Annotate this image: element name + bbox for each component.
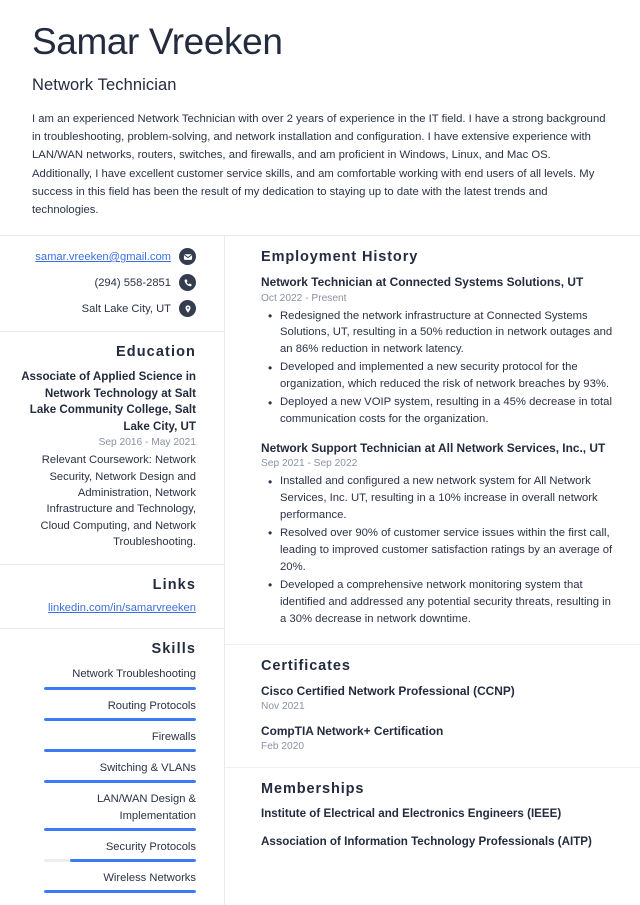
education-description: Relevant Coursework: Network Security, N… xyxy=(40,454,196,548)
skill-label: Network Troubleshooting xyxy=(72,668,196,681)
employment-history-heading: Employment History xyxy=(261,249,419,266)
skill-level-track xyxy=(44,890,196,894)
skill-level-fill xyxy=(69,858,196,862)
location-pin-icon xyxy=(179,300,196,318)
certificate-date: Nov 2021 xyxy=(261,700,305,712)
membership-item: Association of Information Technology Pr… xyxy=(261,835,592,849)
skill-item: Wireless Networks xyxy=(20,870,196,894)
skill-label: LAN/WAN Design & Implementation xyxy=(96,793,196,822)
skills-heading: Skills xyxy=(151,641,196,658)
skill-label: Switching & VLANs xyxy=(99,762,196,775)
contact-location-text: Salt Lake City, UT xyxy=(81,302,171,315)
resume-header: Samar Vreeken Network Technician I am an… xyxy=(0,0,640,219)
certificates-entry-list: Cisco Certified Network Professional (CC… xyxy=(261,683,618,752)
education-date: Sep 2016 - May 2021 xyxy=(98,437,196,449)
employment-bullet-list: Redesigned the network infrastructure at… xyxy=(261,307,618,429)
contact-phone-row[interactable]: (294) 558-2851 xyxy=(20,274,196,292)
contact-email-row[interactable]: samar.vreeken@gmail.com xyxy=(20,248,196,266)
education-heading: Education xyxy=(116,344,196,361)
employment-bullet: Redesigned the network infrastructure at… xyxy=(268,307,618,359)
certificates-heading: Certificates xyxy=(261,657,351,674)
certificate-title: CompTIA Network+ Certification xyxy=(261,723,444,738)
education-section: Education Associate of Applied Science i… xyxy=(0,332,224,566)
employment-entry-title: Network Technician at Connected Systems … xyxy=(261,275,584,290)
employment-bullet: Deployed a new VOIP system, resulting in… xyxy=(268,394,618,428)
resume-body: samar.vreeken@gmail.com (294) 558-2851 S… xyxy=(0,236,640,905)
resume-page: Samar Vreeken Network Technician I am an… xyxy=(0,0,640,905)
skill-item: Firewalls xyxy=(20,729,196,753)
phone-icon xyxy=(179,274,196,292)
skill-item: Security Protocols xyxy=(20,839,196,862)
certificate-date: Feb 2020 xyxy=(261,740,305,752)
candidate-job-title: Network Technician xyxy=(32,75,177,94)
skill-level-fill xyxy=(44,890,196,894)
envelope-icon xyxy=(179,248,196,266)
certificates-section: Certificates Cisco Certified Network Pro… xyxy=(225,645,640,768)
skill-level-track xyxy=(44,686,196,690)
employment-entry: Network Support Technician at All Networ… xyxy=(261,440,618,628)
employment-entry: Network Technician at Connected Systems … xyxy=(261,274,618,428)
employment-bullet: Resolved over 90% of customer service is… xyxy=(268,524,618,576)
skills-section: Skills Network Troubleshooting Routing Pr… xyxy=(0,629,224,905)
contact-email-text[interactable]: samar.vreeken@gmail.com xyxy=(35,251,171,263)
links-heading: Links xyxy=(152,577,196,594)
employment-bullet: Developed and implemented a new security… xyxy=(268,359,618,393)
memberships-item-list: Institute of Electrical and Electronics … xyxy=(261,806,618,850)
candidate-name: Samar Vreeken xyxy=(32,21,283,62)
employment-history-section: Employment History Network Technician at… xyxy=(225,236,640,645)
membership-item: Institute of Electrical and Electronics … xyxy=(261,806,562,820)
resume-main: Employment History Network Technician at… xyxy=(225,236,640,905)
skill-item: Routing Protocols xyxy=(20,698,196,721)
employment-entry-date: Oct 2022 - Present xyxy=(261,292,347,304)
contact-section: samar.vreeken@gmail.com (294) 558-2851 S… xyxy=(0,236,224,333)
skill-level-track xyxy=(44,749,196,753)
skill-label: Wireless Networks xyxy=(103,871,196,884)
certificate-entry: CompTIA Network+ Certification Feb 2020 xyxy=(261,723,618,752)
memberships-section: Memberships Institute of Electrical and … xyxy=(225,768,640,865)
skill-item: Switching & VLANs xyxy=(20,760,196,784)
certificate-entry: Cisco Certified Network Professional (CC… xyxy=(261,683,618,712)
employment-entry-date: Sep 2021 - Sep 2022 xyxy=(261,458,358,470)
resume-sidebar: samar.vreeken@gmail.com (294) 558-2851 S… xyxy=(0,236,225,905)
skill-level-track xyxy=(44,858,196,862)
skill-level-fill xyxy=(44,749,196,753)
skill-label: Security Protocols xyxy=(105,840,196,853)
employment-entry-list: Network Technician at Connected Systems … xyxy=(261,274,618,627)
skill-level-fill xyxy=(44,827,196,831)
skill-level-fill xyxy=(44,717,196,721)
skill-level-track xyxy=(44,717,196,721)
skill-item: LAN/WAN Design & Implementation xyxy=(20,791,196,831)
employment-bullet: Installed and configured a new network s… xyxy=(268,473,618,524)
skill-level-track xyxy=(44,780,196,784)
certificate-title: Cisco Certified Network Professional (CC… xyxy=(261,683,515,698)
link-item-linkedin[interactable]: linkedin.com/in/samarvreeken xyxy=(20,602,196,614)
employment-entry-title: Network Support Technician at All Networ… xyxy=(261,441,606,456)
skill-level-fill xyxy=(44,686,196,690)
links-section: Links linkedin.com/in/samarvreeken xyxy=(0,565,224,630)
skill-level-fill xyxy=(44,780,196,784)
contact-phone-text: (294) 558-2851 xyxy=(94,276,171,289)
professional-summary: I am an experienced Network Technician w… xyxy=(32,112,606,217)
skills-list: Network Troubleshooting Routing Protocols… xyxy=(20,666,196,894)
contact-location-row: Salt Lake City, UT xyxy=(20,300,196,318)
education-degree: Associate of Applied Science in Network … xyxy=(21,370,196,433)
employment-bullet: Developed a comprehensive network monito… xyxy=(268,576,618,628)
skill-label: Routing Protocols xyxy=(107,699,196,712)
employment-bullet-list: Installed and configured a new network s… xyxy=(261,473,618,627)
skill-item: Network Troubleshooting xyxy=(20,666,196,690)
skill-level-track xyxy=(44,827,196,831)
memberships-heading: Memberships xyxy=(261,780,365,797)
skill-label: Firewalls xyxy=(151,730,196,743)
